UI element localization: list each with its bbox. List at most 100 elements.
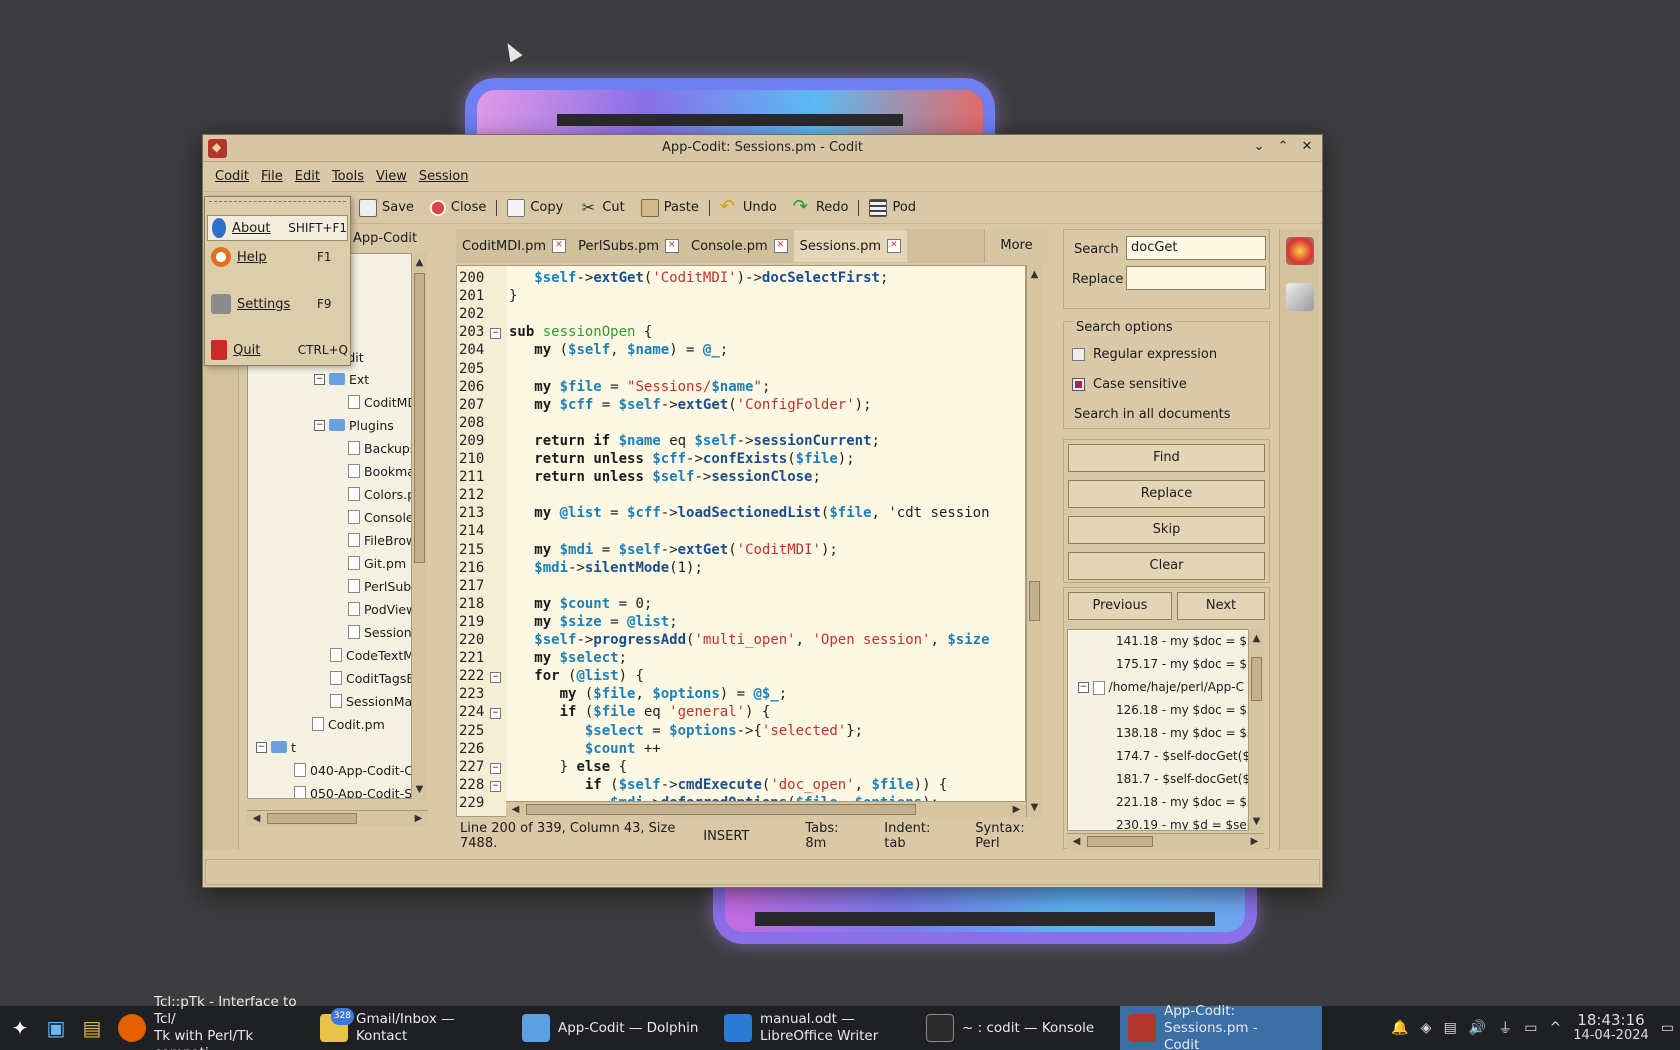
network-icon[interactable]: ▭ (1524, 1020, 1537, 1036)
tab-perlsubs[interactable]: PerlSubs.pm (572, 230, 685, 262)
menu-item-settings[interactable]: Settings F9 (207, 291, 348, 317)
tab-close-icon[interactable] (887, 239, 902, 253)
result-file-row[interactable]: − /home/haje/perl/App-C (1078, 676, 1244, 698)
tree-item[interactable]: PerlSubs (348, 575, 411, 597)
tree-item[interactable]: CodeTextMa (330, 644, 411, 666)
task-dolphin[interactable]: App-Codit — Dolphin (514, 1006, 716, 1050)
collapse-icon[interactable]: − (1078, 682, 1089, 693)
tree-item[interactable]: Sessions (348, 621, 411, 643)
scroll-down-icon[interactable]: ▼ (1027, 800, 1042, 815)
tab-close-icon[interactable] (552, 239, 567, 253)
scroll-right-icon[interactable]: ▶ (1247, 834, 1262, 849)
tree-item[interactable]: Bookma (348, 460, 411, 482)
tree-item[interactable]: − t (256, 736, 296, 758)
menu-item-about[interactable]: About SHIFT+F1 (207, 215, 348, 241)
tree-item[interactable]: SessionMan (330, 690, 411, 712)
notifications-icon[interactable]: 🔔 (1391, 1020, 1408, 1036)
pod-button[interactable]: Pod (861, 195, 924, 221)
scroll-down-icon[interactable]: ▼ (412, 782, 427, 797)
replace-button[interactable]: Replace (1068, 480, 1265, 508)
results-horizontal-scrollbar[interactable]: ◀ ▶ (1067, 833, 1264, 849)
save-button[interactable]: Save (351, 195, 422, 221)
scroll-up-icon[interactable]: ▲ (412, 255, 427, 270)
scrollbar-thumb[interactable] (526, 804, 916, 815)
menu-view[interactable]: View (370, 169, 413, 184)
close-button[interactable]: Close (422, 195, 494, 221)
volume-icon[interactable]: 🔊 (1469, 1020, 1486, 1036)
search-all-docs-option[interactable]: Search in all documents (1074, 407, 1230, 422)
editor-vertical-scrollbar[interactable]: ▲ ▼ (1026, 265, 1042, 817)
task-konsole[interactable]: ~ : codit — Konsole (918, 1006, 1120, 1050)
tab-console[interactable]: Console.pm (685, 230, 794, 262)
result-row[interactable]: 126.18 - my $doc = $sel (1116, 699, 1263, 721)
scroll-left-icon[interactable]: ◀ (1069, 834, 1084, 849)
fold-icon[interactable]: − (490, 672, 501, 684)
scroll-down-icon[interactable]: ▼ (1249, 814, 1264, 829)
undo-button[interactable]: ↶ Undo (712, 195, 785, 221)
cut-button[interactable]: ✂ Cut (571, 195, 632, 221)
case-sensitive-checkbox[interactable]: Case sensitive (1072, 377, 1187, 392)
checkbox-checked-icon[interactable] (1072, 378, 1085, 391)
clear-button[interactable]: Clear (1068, 552, 1265, 580)
tree-item[interactable]: FileBrow (348, 529, 411, 551)
redo-button[interactable]: ↷ Redo (785, 195, 857, 221)
copy-button[interactable]: Copy (499, 195, 571, 221)
result-row[interactable]: 138.18 - my $doc = $sel (1116, 722, 1263, 744)
task-libreoffice[interactable]: manual.odt — LibreOffice Writer (716, 1006, 918, 1050)
scroll-up-icon[interactable]: ▲ (1249, 631, 1264, 646)
scroll-up-icon[interactable]: ▲ (1027, 267, 1042, 282)
fold-icon[interactable]: − (490, 708, 501, 720)
code-editor[interactable]: 200 $self->extGet('CoditMDI')->docSelect… (456, 265, 1026, 817)
collapse-icon[interactable]: − (314, 419, 325, 431)
tab-close-icon[interactable] (665, 239, 680, 253)
syntax-setting[interactable]: Syntax: Perl (975, 821, 1046, 851)
tabs-setting[interactable]: Tabs: 8m (805, 821, 858, 851)
task-kontact[interactable]: 328 Gmail/Inbox — Kontact (312, 1006, 514, 1050)
tab-close-icon[interactable] (773, 239, 788, 253)
task-firefox[interactable]: Tcl::pTk - Interface to Tcl/ Tk with Per… (110, 994, 312, 1050)
peek-desktop-icon[interactable]: ▭ (1661, 1020, 1674, 1036)
app-launcher-icon[interactable]: ✦ (2, 1010, 38, 1046)
tree-item[interactable]: CoditMD (348, 391, 411, 413)
clock[interactable]: 18:43:16 14-04-2024 (1573, 1012, 1649, 1044)
scrollbar-thumb[interactable] (1029, 581, 1040, 621)
skip-button[interactable]: Skip (1068, 516, 1265, 544)
task-codit[interactable]: App-Codit: Sessions.pm - Codit (1120, 1003, 1322, 1050)
scrollbar-thumb[interactable] (267, 813, 357, 824)
paste-button[interactable]: Paste (633, 195, 707, 221)
menu-session[interactable]: Session (413, 169, 475, 184)
scrollbar-thumb[interactable] (1087, 836, 1153, 847)
tab-coditmdi[interactable]: CoditMDI.pm (456, 230, 572, 262)
result-row[interactable]: 230.19 - my $d = $self-> (1116, 814, 1263, 830)
scrollbar-thumb[interactable] (414, 273, 425, 563)
indent-setting[interactable]: Indent: tab (884, 821, 949, 851)
tree-item[interactable]: PodView (348, 598, 411, 620)
find-button[interactable]: Find (1068, 444, 1265, 472)
tree-vertical-scrollbar[interactable]: ▲ ▼ (411, 253, 427, 799)
next-button[interactable]: Next (1177, 592, 1265, 620)
more-tabs-button[interactable]: More (984, 229, 1048, 263)
tree-item[interactable]: Backups (348, 437, 411, 459)
expand-tray-icon[interactable]: ^ (1549, 1020, 1561, 1036)
checkbox-icon[interactable] (1072, 348, 1085, 361)
menu-file[interactable]: File (255, 169, 289, 184)
fold-icon[interactable]: − (490, 328, 501, 340)
tree-item[interactable]: Console. (348, 506, 411, 528)
collapse-icon[interactable]: − (314, 373, 325, 385)
menu-item-help[interactable]: Help F1 (207, 244, 348, 270)
previous-button[interactable]: Previous (1068, 592, 1172, 620)
ruler-icon[interactable]: ▤ (74, 1010, 110, 1046)
result-row[interactable]: 221.18 - my $doc = $sel (1116, 791, 1263, 813)
tree-item[interactable]: − Ext (314, 368, 369, 390)
menu-item-quit[interactable]: Quit CTRL+Q (207, 337, 348, 363)
result-row[interactable]: 141.18 - my $doc = $mc (1116, 630, 1263, 652)
tree-item[interactable]: 040-App-Codit-Cod (294, 759, 411, 781)
clipboard-icon[interactable]: ▤ (1444, 1020, 1457, 1036)
tree-horizontal-scrollbar[interactable]: ◀ ▶ (247, 810, 428, 826)
replace-input[interactable] (1126, 266, 1266, 290)
maximize-icon[interactable]: ⌃ (1274, 138, 1292, 156)
close-window-icon[interactable]: ✕ (1298, 138, 1316, 156)
scrollbar-thumb[interactable] (1251, 657, 1262, 701)
show-desktop-icon[interactable]: ▣ (38, 1010, 74, 1046)
scroll-right-icon[interactable]: ▶ (411, 811, 426, 826)
